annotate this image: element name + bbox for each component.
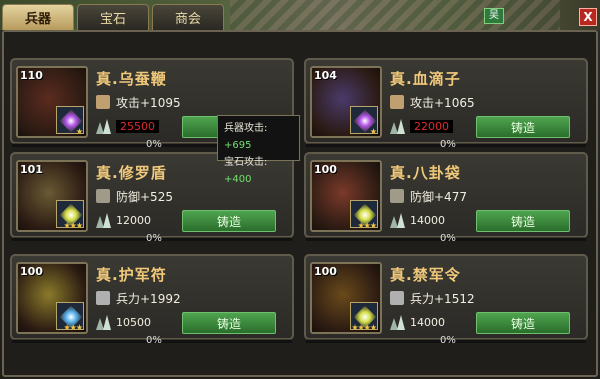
forge-button[interactable]: 铸造 xyxy=(476,210,570,232)
tab-gems[interactable]: 宝石 xyxy=(77,4,149,30)
item-name: 真.乌蚕鞭 xyxy=(96,70,167,88)
item-level: 104 xyxy=(314,69,337,82)
tab-weapons[interactable]: 兵器 xyxy=(2,4,74,30)
star-rating: ★ xyxy=(369,127,377,136)
shield-icon xyxy=(390,189,404,203)
star-rating: ★★★ xyxy=(357,221,376,230)
ore-icon xyxy=(96,314,112,330)
forge-cost: 14000 xyxy=(410,214,445,227)
star-rating: ★ xyxy=(75,127,83,136)
item-card: 100 ★★★★ 真.禁军令 兵力+1512 14000 铸造 xyxy=(304,254,588,340)
forge-progress-label: 0% xyxy=(146,139,162,150)
item-stat: 攻击+1095 xyxy=(116,96,181,110)
tab-bar: 兵器 宝石 商会 xyxy=(2,4,224,30)
forge-cost: 12000 xyxy=(116,214,151,227)
item-stat: 防御+525 xyxy=(116,190,173,204)
item-image[interactable]: 101 ★★★ xyxy=(16,160,88,232)
star-rating: ★★★ xyxy=(63,323,82,332)
item-image[interactable]: 100 ★★★ xyxy=(16,262,88,334)
item-image[interactable]: 100 ★★★ xyxy=(310,160,382,232)
forge-window: { "tabs": [ {"label": "兵器", "active": tr… xyxy=(0,0,600,379)
item-level: 101 xyxy=(20,163,43,176)
forge-button[interactable]: 铸造 xyxy=(476,312,570,334)
star-rating: ★★★ xyxy=(63,221,82,230)
item-image[interactable]: 104 ★ xyxy=(310,66,382,138)
tooltip-gem-attack: 宝石攻击: +400 xyxy=(224,157,268,185)
item-level: 100 xyxy=(20,265,43,278)
item-image[interactable]: 100 ★★★★ xyxy=(310,262,382,334)
forge-progress-label: 0% xyxy=(440,233,456,244)
forge-progress-label: 0% xyxy=(146,335,162,346)
forge-cost: 10500 xyxy=(116,316,151,329)
item-card: 100 ★★★ 真.护军符 兵力+1992 10500 铸造 xyxy=(10,254,294,340)
ore-icon xyxy=(96,212,112,228)
faction-tag: 吴 xyxy=(484,8,504,24)
forge-progress-label: 0% xyxy=(440,139,456,150)
item-stat: 防御+477 xyxy=(410,190,467,204)
ore-icon xyxy=(390,118,406,134)
forge-cost: 14000 xyxy=(410,316,445,329)
shield-icon xyxy=(96,189,110,203)
item-image[interactable]: 110 ★ xyxy=(16,66,88,138)
item-card: 104 ★ 真.血滴子 攻击+1065 22000 铸造 xyxy=(304,58,588,144)
item-name: 真.修罗盾 xyxy=(96,164,167,182)
item-card: 100 ★★★ 真.八卦袋 防御+477 14000 铸造 xyxy=(304,152,588,238)
item-name: 真.八卦袋 xyxy=(390,164,461,182)
sword-icon xyxy=(390,95,404,109)
item-stat: 兵力+1512 xyxy=(410,292,475,306)
item-level: 100 xyxy=(314,265,337,278)
forge-button[interactable]: 铸造 xyxy=(182,312,276,334)
forge-cost: 22000 xyxy=(410,120,453,133)
soldier-icon xyxy=(390,291,404,305)
attack-tooltip: 兵器攻击: +695 宝石攻击: +400 xyxy=(217,115,300,185)
close-button[interactable]: X xyxy=(579,8,597,26)
ore-icon xyxy=(96,118,112,134)
item-name: 真.护军符 xyxy=(96,266,167,284)
forge-cost: 25500 xyxy=(116,120,159,133)
item-stat: 兵力+1992 xyxy=(116,292,181,306)
item-stat: 攻击+1065 xyxy=(410,96,475,110)
sword-icon xyxy=(96,95,110,109)
item-name: 真.禁军令 xyxy=(390,266,461,284)
forge-progress-label: 0% xyxy=(440,335,456,346)
forge-progress-label: 0% xyxy=(146,233,162,244)
star-rating: ★★★★ xyxy=(351,323,377,332)
item-level: 100 xyxy=(314,163,337,176)
tab-guild[interactable]: 商会 xyxy=(152,4,224,30)
item-level: 110 xyxy=(20,69,43,82)
ore-icon xyxy=(390,212,406,228)
soldier-icon xyxy=(96,291,110,305)
ore-icon xyxy=(390,314,406,330)
forge-button[interactable]: 铸造 xyxy=(182,210,276,232)
forge-button[interactable]: 铸造 xyxy=(476,116,570,138)
tooltip-weapon-attack: 兵器攻击: +695 xyxy=(224,123,268,151)
item-name: 真.血滴子 xyxy=(390,70,461,88)
